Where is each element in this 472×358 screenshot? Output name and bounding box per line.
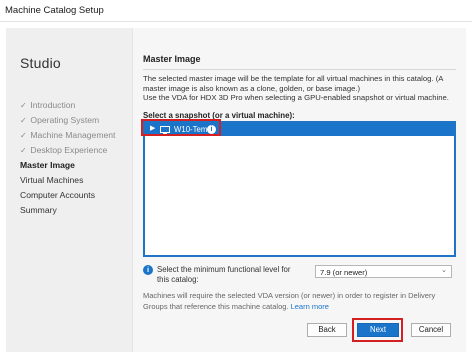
highlight-box-selected-item	[141, 119, 221, 136]
description: The selected master image will be the te…	[143, 74, 449, 103]
functional-level-label: Select the minimum functional level for …	[157, 265, 291, 284]
back-button[interactable]: Back	[307, 323, 347, 337]
cancel-button[interactable]: Cancel	[411, 323, 451, 337]
learn-more-link[interactable]: Learn more	[291, 302, 329, 311]
page-title: Master Image	[143, 54, 201, 64]
window-title: Machine Catalog Setup	[5, 5, 104, 16]
chevron-down-icon: ⌄	[441, 267, 447, 274]
checkmark-icon: ✓	[20, 131, 27, 140]
snapshot-tree[interactable]: ▶ W10-Tem i	[143, 121, 456, 257]
highlight-box-next	[352, 318, 403, 342]
wizard-sidebar: Studio ✓ Introduction ✓ Operating System…	[6, 28, 132, 352]
info-icon: i	[143, 265, 153, 275]
wizard-content: Master Image The selected master image w…	[132, 28, 466, 352]
functional-level-value: 7.9 (or newer)	[320, 267, 368, 277]
step-master-image: Master Image	[20, 160, 75, 170]
checkmark-icon: ✓	[20, 101, 27, 110]
wizard-frame: Studio ✓ Introduction ✓ Operating System…	[6, 28, 466, 352]
checkmark-icon: ✓	[20, 146, 27, 155]
step-list: ✓ Introduction ✓ Operating System ✓ Mach…	[20, 98, 115, 218]
studio-brand: Studio	[20, 55, 61, 71]
step-machine-management[interactable]: ✓ Machine Management	[20, 128, 115, 143]
divider	[143, 69, 456, 70]
vda-note: Machines will require the selected VDA v…	[143, 291, 436, 311]
checkmark-icon: ✓	[20, 116, 27, 125]
step-computer-accounts: Computer Accounts	[20, 190, 95, 200]
step-summary: Summary	[20, 205, 57, 215]
step-desktop-experience[interactable]: ✓ Desktop Experience	[20, 143, 115, 158]
step-virtual-machines: Virtual Machines	[20, 175, 84, 185]
step-operating-system[interactable]: ✓ Operating System	[20, 113, 115, 128]
title-bar: Machine Catalog Setup	[0, 0, 472, 22]
step-introduction[interactable]: ✓ Introduction	[20, 98, 115, 113]
functional-level-select[interactable]: 7.9 (or newer) ⌄	[315, 265, 452, 278]
